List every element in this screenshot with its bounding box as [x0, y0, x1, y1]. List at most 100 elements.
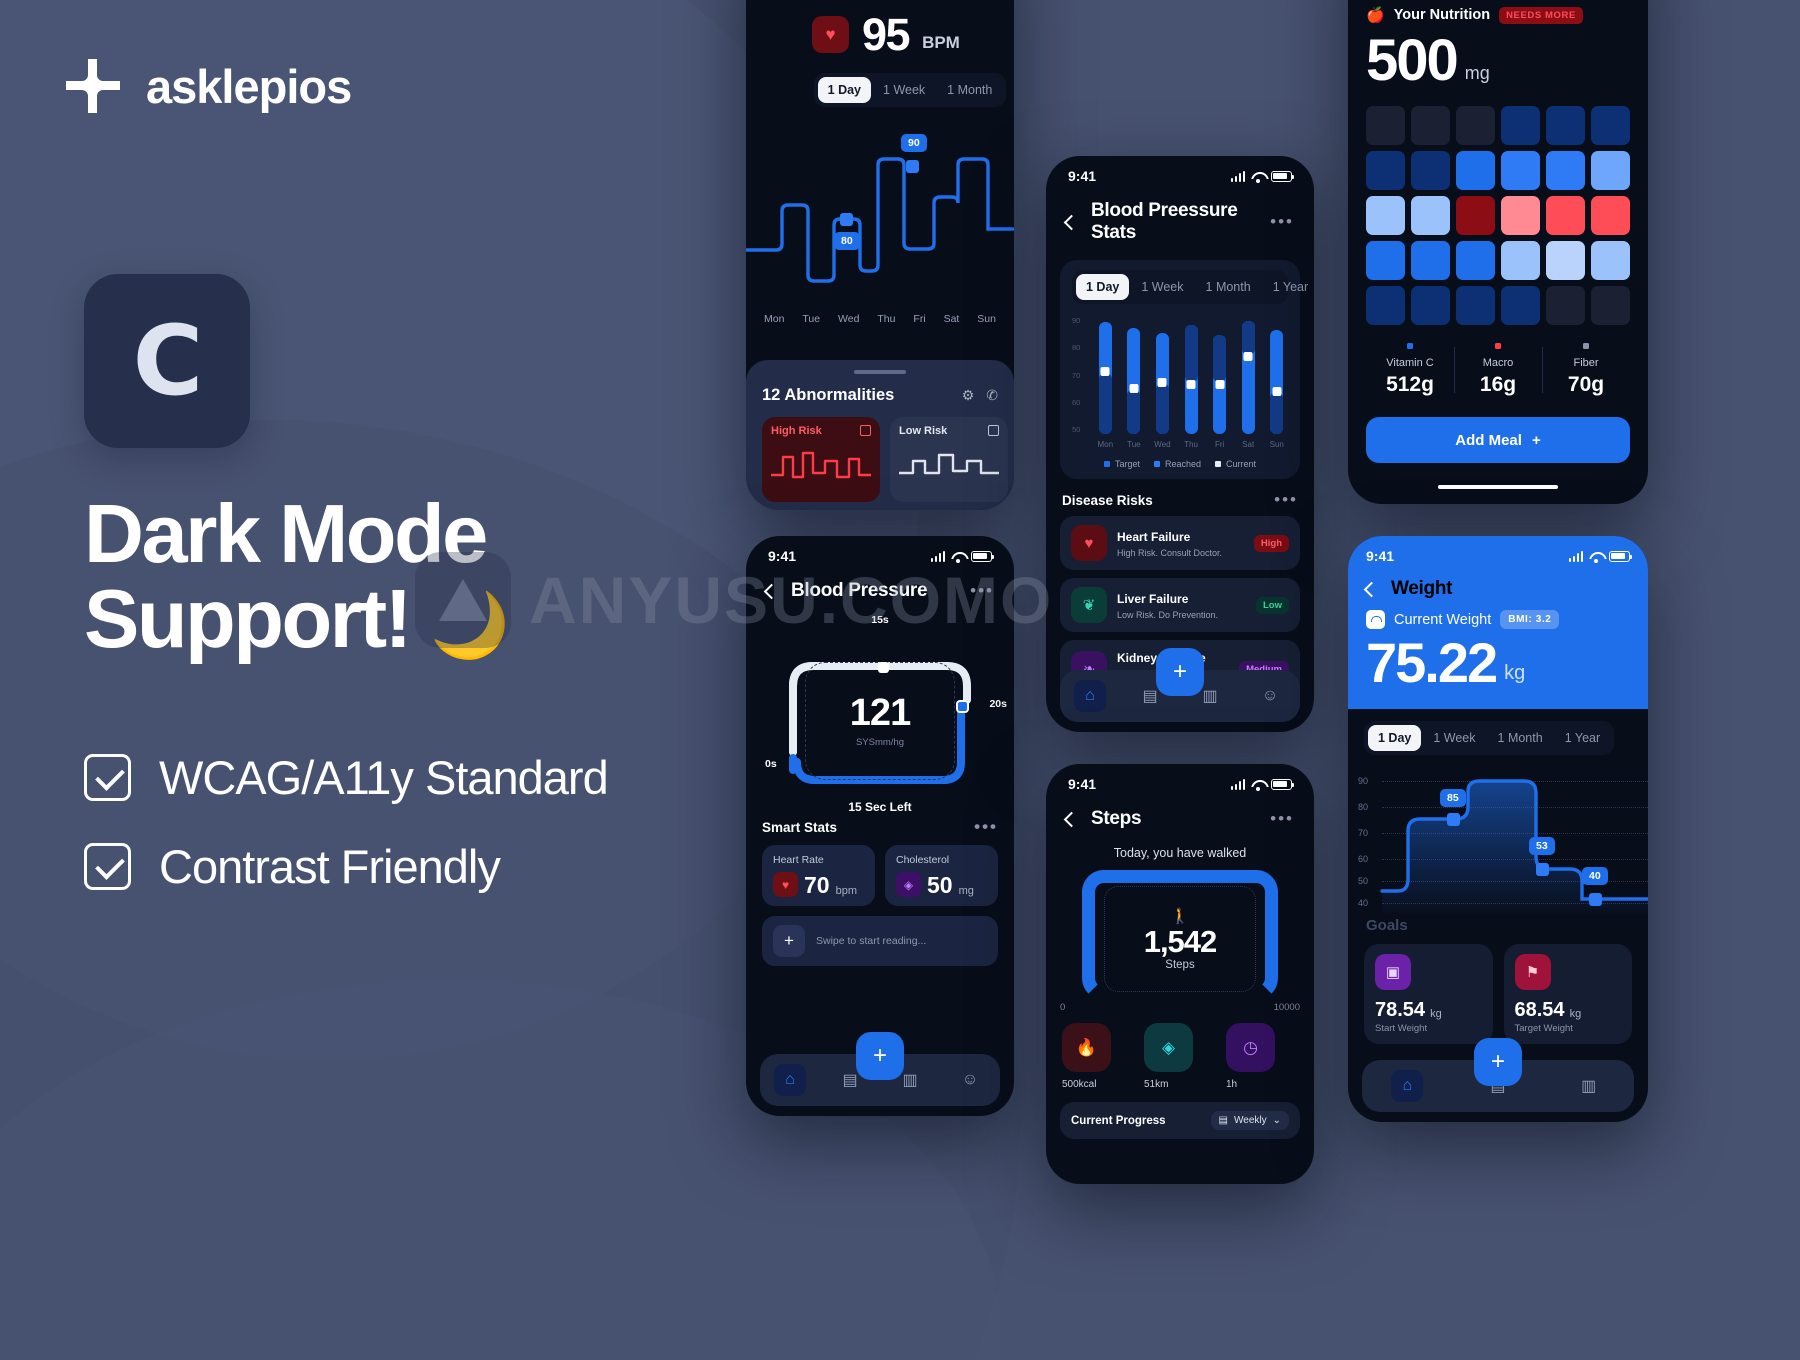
- swipe-to-read-control[interactable]: + Swipe to start reading...: [762, 916, 998, 966]
- tab-profile[interactable]: ☺: [954, 1064, 986, 1096]
- more-horizontal-icon[interactable]: •••: [1270, 213, 1294, 230]
- tab-1-month[interactable]: 1 Month: [937, 77, 1002, 103]
- status-time: 9:41: [1366, 548, 1395, 564]
- tab-chart[interactable]: ▥: [1573, 1070, 1605, 1102]
- period-selector[interactable]: ▤ Weekly ⌄: [1210, 1111, 1289, 1130]
- chevron-left-icon[interactable]: [1063, 811, 1080, 827]
- goal-card-start-weight[interactable]: ▣ 78.54 kg Start Weight: [1364, 944, 1493, 1044]
- tab-1-week[interactable]: 1 Week: [1423, 725, 1485, 751]
- chevron-left-icon[interactable]: [1063, 214, 1080, 230]
- tab-1-day[interactable]: 1 Day: [1368, 725, 1422, 751]
- cellular-icon: [1230, 170, 1245, 182]
- heatmap-cell: [1366, 151, 1405, 190]
- stat-card-cholesterol[interactable]: Cholesterol ◈ 50 mg: [885, 845, 998, 906]
- add-reading-fab[interactable]: +: [856, 1032, 904, 1080]
- heart-rate-unit: BPM: [922, 33, 960, 52]
- external-link-icon[interactable]: [988, 425, 999, 436]
- tab-1-year[interactable]: 1 Year: [1555, 725, 1610, 751]
- axis-tick: 50: [1072, 425, 1081, 434]
- metric-value: 1h: [1226, 1079, 1238, 1090]
- axis-tick: 60: [1072, 397, 1081, 407]
- metric-calories[interactable]: 🔥 500kcal: [1062, 1023, 1134, 1090]
- axis-label: Wed: [838, 313, 860, 325]
- bar-column: [1265, 316, 1288, 434]
- stat-value: 16g: [1479, 373, 1517, 396]
- more-horizontal-icon[interactable]: •••: [970, 582, 994, 599]
- chevron-left-icon[interactable]: [763, 583, 780, 599]
- risk-row-liver-failure[interactable]: ❦ Liver Failure Low Risk. Do Prevention.…: [1060, 578, 1300, 632]
- tab-1-year[interactable]: 1 Year: [1263, 274, 1314, 300]
- tab-home[interactable]: ⌂: [1074, 680, 1106, 712]
- heatmap-cell: [1366, 286, 1405, 325]
- list-item: Contrast Friendly: [84, 839, 608, 894]
- tab-1-month[interactable]: 1 Month: [1488, 725, 1553, 751]
- tab-1-week[interactable]: 1 Week: [1131, 274, 1193, 300]
- status-bar: 9:41: [1046, 156, 1314, 186]
- more-horizontal-icon[interactable]: •••: [1270, 810, 1294, 827]
- external-link-icon[interactable]: [860, 425, 871, 436]
- gear-icon[interactable]: ⚙: [962, 387, 975, 404]
- more-horizontal-icon[interactable]: •••: [1274, 491, 1298, 508]
- tab-1-day[interactable]: 1 Day: [817, 77, 872, 103]
- abnormality-card-low-risk[interactable]: Low Risk: [890, 417, 1008, 502]
- tab-1-day[interactable]: 1 Day: [1076, 274, 1130, 300]
- chart-marker-label: 80: [834, 232, 860, 250]
- heart-rate-x-axis: Mon Tue Wed Thu Fri Sat Sun: [746, 305, 1014, 325]
- goal-card-target-weight[interactable]: ⚑ 68.54 kg Target Weight: [1503, 944, 1632, 1044]
- more-horizontal-icon[interactable]: •••: [974, 818, 998, 835]
- abnormality-card-list: High Risk Low Risk Low Risk: [762, 417, 1008, 502]
- steps-range: 0 10000: [1046, 1002, 1314, 1013]
- metric-distance[interactable]: ◈ 51km: [1144, 1023, 1216, 1090]
- bar-column: [1237, 316, 1260, 434]
- heart-rate-value: 95: [862, 9, 911, 60]
- status-badge: Low: [1256, 596, 1289, 614]
- goal-label: Start Weight: [1375, 1023, 1428, 1034]
- range-min: 0: [1060, 1002, 1066, 1013]
- tab-1-week[interactable]: 1 Week: [873, 77, 935, 103]
- cellular-icon: [930, 550, 945, 562]
- status-time: 9:41: [1068, 776, 1097, 792]
- sheet-grabber[interactable]: [854, 370, 906, 374]
- nutrition-heatmap: [1348, 90, 1648, 325]
- heatmap-cell: [1366, 106, 1405, 145]
- tab-1-month[interactable]: 1 Month: [1196, 274, 1261, 300]
- wifi-icon: [1589, 551, 1603, 563]
- add-meal-button[interactable]: Add Meal +: [1366, 417, 1630, 463]
- goal-label: Target Weight: [1514, 1023, 1573, 1034]
- heatmap-cell: [1411, 286, 1450, 325]
- chart-marker-dot: [906, 160, 919, 173]
- chevron-left-icon[interactable]: [1363, 581, 1380, 597]
- weight-hero: 9:41 Weight Current Weight BMI: 3.2 75.2…: [1348, 536, 1648, 709]
- add-weight-fab[interactable]: +: [1474, 1038, 1522, 1086]
- stat-label: Vitamin C: [1386, 357, 1434, 369]
- home-indicator: [1438, 485, 1558, 489]
- stat-card-heart-rate[interactable]: Heart Rate ♥ 70 bpm: [762, 845, 875, 906]
- stat-value: 70: [804, 872, 830, 898]
- gauge-mid-label: 15s: [871, 614, 889, 626]
- heatmap-cell: [1546, 241, 1585, 280]
- metric-value: 500kcal: [1062, 1079, 1097, 1090]
- tab-profile[interactable]: ☺: [1254, 680, 1286, 712]
- plus-icon[interactable]: +: [773, 925, 805, 957]
- stat-label: Macro: [1482, 357, 1514, 369]
- axis-tick: Tue: [1127, 440, 1141, 449]
- status-badge: NEEDS MORE: [1499, 6, 1583, 24]
- tab-home[interactable]: ⌂: [774, 1064, 806, 1096]
- add-record-fab[interactable]: +: [1156, 648, 1204, 696]
- abnormalities-sheet: 12 Abnormalities ⚙ ✆ High Risk Low Risk: [746, 360, 1014, 510]
- steps-label: Steps: [1165, 959, 1195, 972]
- gauge-start-label: 0s: [765, 758, 777, 770]
- gauge-handle-start[interactable]: [878, 662, 889, 673]
- gauge-handle-end[interactable]: [956, 700, 969, 713]
- risk-row-heart-failure[interactable]: ♥ Heart Failure High Risk. Consult Docto…: [1060, 516, 1300, 570]
- blood-pressure-stats-screen: 9:41 Blood Preessure Stats ••• 1 Day 1 W…: [1046, 156, 1314, 732]
- abnormality-card-high-risk[interactable]: High Risk: [762, 417, 880, 502]
- metric-duration[interactable]: ◷ 1h: [1226, 1023, 1298, 1090]
- heatmap-cell: [1411, 151, 1450, 190]
- abnormalities-header: 12 Abnormalities ⚙ ✆: [762, 386, 998, 405]
- phone-icon[interactable]: ✆: [986, 387, 998, 404]
- steps-value: 1,542: [1143, 923, 1218, 959]
- y-axis-labels: 90 80 70 60 50: [1072, 316, 1080, 434]
- stat-unit: mg: [958, 885, 974, 897]
- tab-home[interactable]: ⌂: [1391, 1070, 1424, 1102]
